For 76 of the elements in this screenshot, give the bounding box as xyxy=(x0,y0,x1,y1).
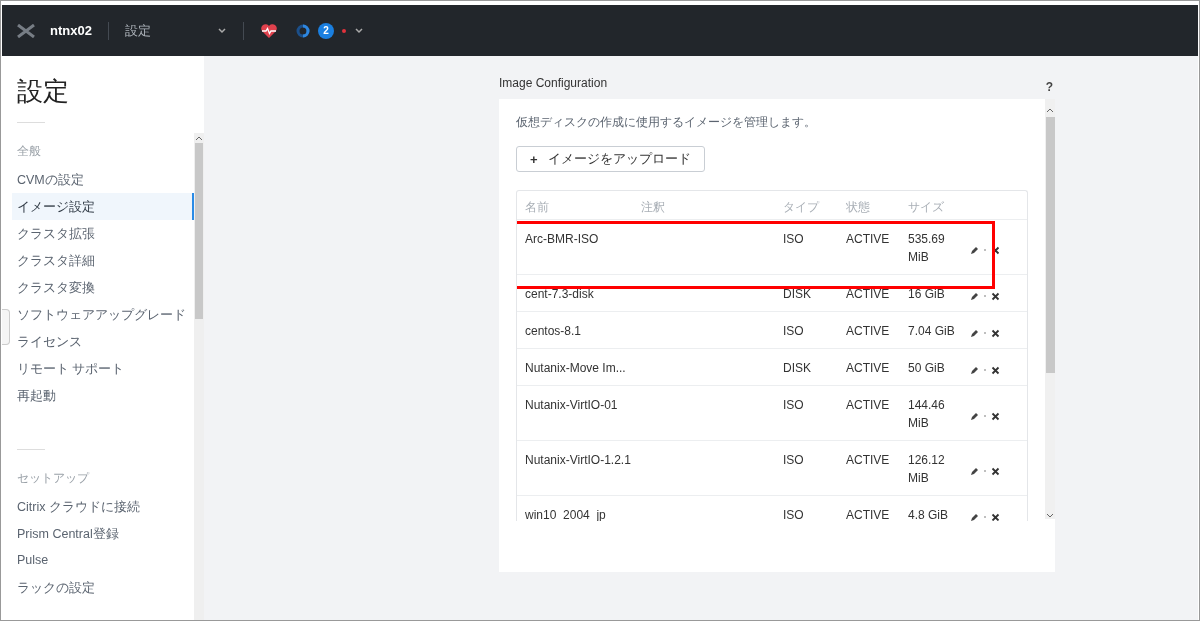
pencil-icon[interactable] xyxy=(970,328,979,338)
close-icon[interactable] xyxy=(991,328,1000,338)
sidebar-item[interactable]: イメージ設定 xyxy=(12,193,194,220)
sidebar-item[interactable]: クラスタ詳細 xyxy=(12,247,194,274)
table-cell-text: 7.04 GiB xyxy=(908,323,956,340)
heart-icon[interactable] xyxy=(259,22,278,39)
table-cell-text: cent-7.3-disk xyxy=(525,286,595,303)
sidebar-item[interactable]: クラスタ拡張 xyxy=(12,220,194,247)
caret-icon[interactable] xyxy=(353,26,364,35)
table-cell-text: ACTIVE xyxy=(846,452,891,469)
table-cell-text: Nutanix-VirtIO-01 xyxy=(525,397,619,414)
scrollbar[interactable] xyxy=(1045,99,1055,519)
pencil-icon[interactable] xyxy=(970,365,979,375)
sidebar-item[interactable]: ラックの設定 xyxy=(12,574,194,601)
table-cell-text: 50 GiB xyxy=(908,360,946,377)
sidebar-item[interactable]: ソフトウェアアップグレード xyxy=(12,301,194,328)
caret-icon[interactable] xyxy=(216,26,227,35)
group-heading: 全般 xyxy=(17,143,41,160)
table-cell-text: 16 GiB xyxy=(908,286,946,303)
cluster-name: ntnx02 xyxy=(50,23,92,38)
sidebar-title: 設定 xyxy=(17,75,69,108)
sidebar-item[interactable]: Citrix クラウドに接続 xyxy=(12,493,194,520)
sidebar-item[interactable]: CVMの設定 xyxy=(12,166,194,193)
table-cell-text: win10_2004_jp xyxy=(525,507,607,521)
table-cell-text: ACTIVE xyxy=(846,360,891,377)
table-cell-text: ISO xyxy=(783,397,805,414)
close-icon[interactable] xyxy=(991,411,1000,421)
collapse-handle[interactable] xyxy=(2,309,10,345)
table-cell-text: ACTIVE xyxy=(846,286,891,303)
table-cell-text: DISK xyxy=(783,286,812,303)
table-cell-text: centos-8.1 xyxy=(525,323,583,340)
close-icon[interactable] xyxy=(991,466,1000,476)
panel-title: Image Configuration xyxy=(499,76,608,90)
pencil-icon[interactable] xyxy=(970,512,979,521)
table-cell-text: ACTIVE xyxy=(846,323,891,340)
description-text: 仮想ディスクの作成に使用するイメージを管理します。 xyxy=(516,115,817,130)
table-cell-text: 4.8 GiB xyxy=(908,507,950,521)
close-icon[interactable] xyxy=(991,291,1000,301)
scrollbar[interactable] xyxy=(194,133,204,620)
table-cell-text: 144.46 MiB xyxy=(908,397,946,432)
table-cell-text: ACTIVE xyxy=(846,507,891,521)
sidebar-item[interactable]: Pulse xyxy=(12,547,194,574)
sidebar-item[interactable]: リモート サポート xyxy=(12,355,194,382)
table-cell-text: ISO xyxy=(783,323,805,340)
table-cell-text: DISK xyxy=(783,360,812,377)
table-cell-text: 535.69 MiB xyxy=(908,231,946,266)
alert-count-badge[interactable]: 2 xyxy=(317,22,334,39)
pencil-icon[interactable] xyxy=(970,291,979,301)
scroll-up-icon[interactable] xyxy=(195,135,203,141)
pencil-icon[interactable] xyxy=(970,466,979,476)
table-cell-text: ISO xyxy=(783,507,805,521)
scroll-up-icon[interactable] xyxy=(1045,107,1054,113)
close-icon[interactable] xyxy=(991,512,1000,521)
group-heading: セットアップ xyxy=(17,470,89,487)
table-cell-text: 126.12 MiB xyxy=(908,452,946,487)
status-dot xyxy=(341,28,346,33)
logo-icon[interactable] xyxy=(16,23,36,38)
table-cell-text: Nutanix-VirtIO-1.2.1 xyxy=(525,452,632,469)
sidebar-item[interactable]: 再起動 xyxy=(12,382,194,409)
sidebar-item[interactable]: クラスタ変換 xyxy=(12,274,194,301)
table-cell-text: Nutanix-Move Im... xyxy=(525,360,627,377)
section-dropdown[interactable]: 設定 xyxy=(124,21,217,40)
pencil-icon[interactable] xyxy=(970,245,979,255)
close-icon[interactable] xyxy=(991,365,1000,375)
scroll-down-icon[interactable] xyxy=(1046,513,1054,519)
table-cell-text: Arc-BMR-ISO xyxy=(525,231,600,248)
pencil-icon[interactable] xyxy=(970,411,979,421)
upload-button[interactable]: + イメージをアップロード xyxy=(516,146,705,172)
table-cell-text: ISO xyxy=(783,452,805,469)
table-cell-text: ISO xyxy=(783,231,805,248)
ring-icon[interactable] xyxy=(295,23,310,38)
table-cell-text: ACTIVE xyxy=(846,397,891,414)
table-cell-text: ACTIVE xyxy=(846,231,891,248)
help-button[interactable]: ? xyxy=(1045,80,1053,94)
sidebar-item[interactable]: Prism Central登録 xyxy=(12,520,194,547)
sidebar-item[interactable]: ライセンス xyxy=(12,328,194,355)
